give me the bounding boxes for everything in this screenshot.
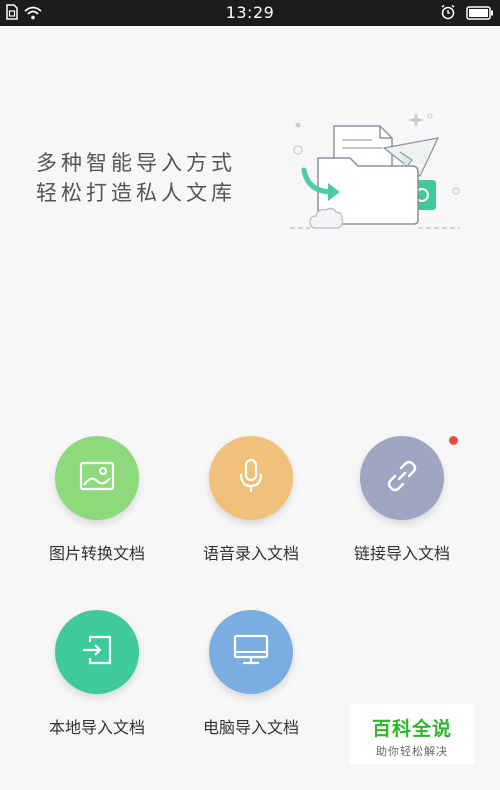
voice-import-button[interactable] (209, 436, 293, 520)
feature-local-import[interactable]: 本地导入文档 (22, 610, 172, 738)
pc-import-button[interactable] (209, 610, 293, 694)
link-icon (384, 458, 420, 498)
banner-line-2: 轻松打造私人文库 (36, 181, 236, 205)
status-time: 13:29 (225, 3, 275, 22)
monitor-icon (233, 634, 269, 670)
new-badge-dot (449, 436, 458, 445)
image-icon (79, 461, 115, 495)
feature-label: 链接导入文档 (353, 544, 450, 563)
watermark-subtitle: 助你轻松解决 (376, 745, 448, 758)
import-icon (80, 634, 114, 670)
feature-image-to-doc[interactable]: 图片转换文档 (22, 436, 172, 564)
link-import-button[interactable] (360, 436, 444, 520)
feature-label: 电脑导入文档 (202, 718, 299, 737)
feature-voice-to-doc[interactable]: 语音录入文档 (176, 436, 326, 564)
feature-label: 本地导入文档 (48, 718, 145, 737)
microphone-icon (238, 458, 264, 498)
feature-label: 语音录入文档 (202, 544, 299, 563)
import-folder-illustration (288, 108, 463, 237)
baike-watermark: 百科全说 助你轻松解决 (350, 704, 474, 764)
banner-line-1: 多种智能导入方式 (36, 151, 236, 175)
feature-label: 图片转换文档 (48, 544, 145, 563)
local-import-button[interactable] (55, 610, 139, 694)
watermark-title: 百科全说 (371, 718, 452, 740)
feature-pc-import[interactable]: 电脑导入文档 (176, 610, 326, 738)
status-bar: 13:29 (0, 0, 500, 26)
feature-link-to-doc[interactable]: 链接导入文档 (327, 436, 477, 564)
alarm-icon (440, 4, 456, 24)
image-import-button[interactable] (55, 436, 139, 520)
banner-slogan: 多种智能导入方式 轻松打造私人文库 (36, 148, 276, 208)
battery-icon (466, 5, 494, 24)
